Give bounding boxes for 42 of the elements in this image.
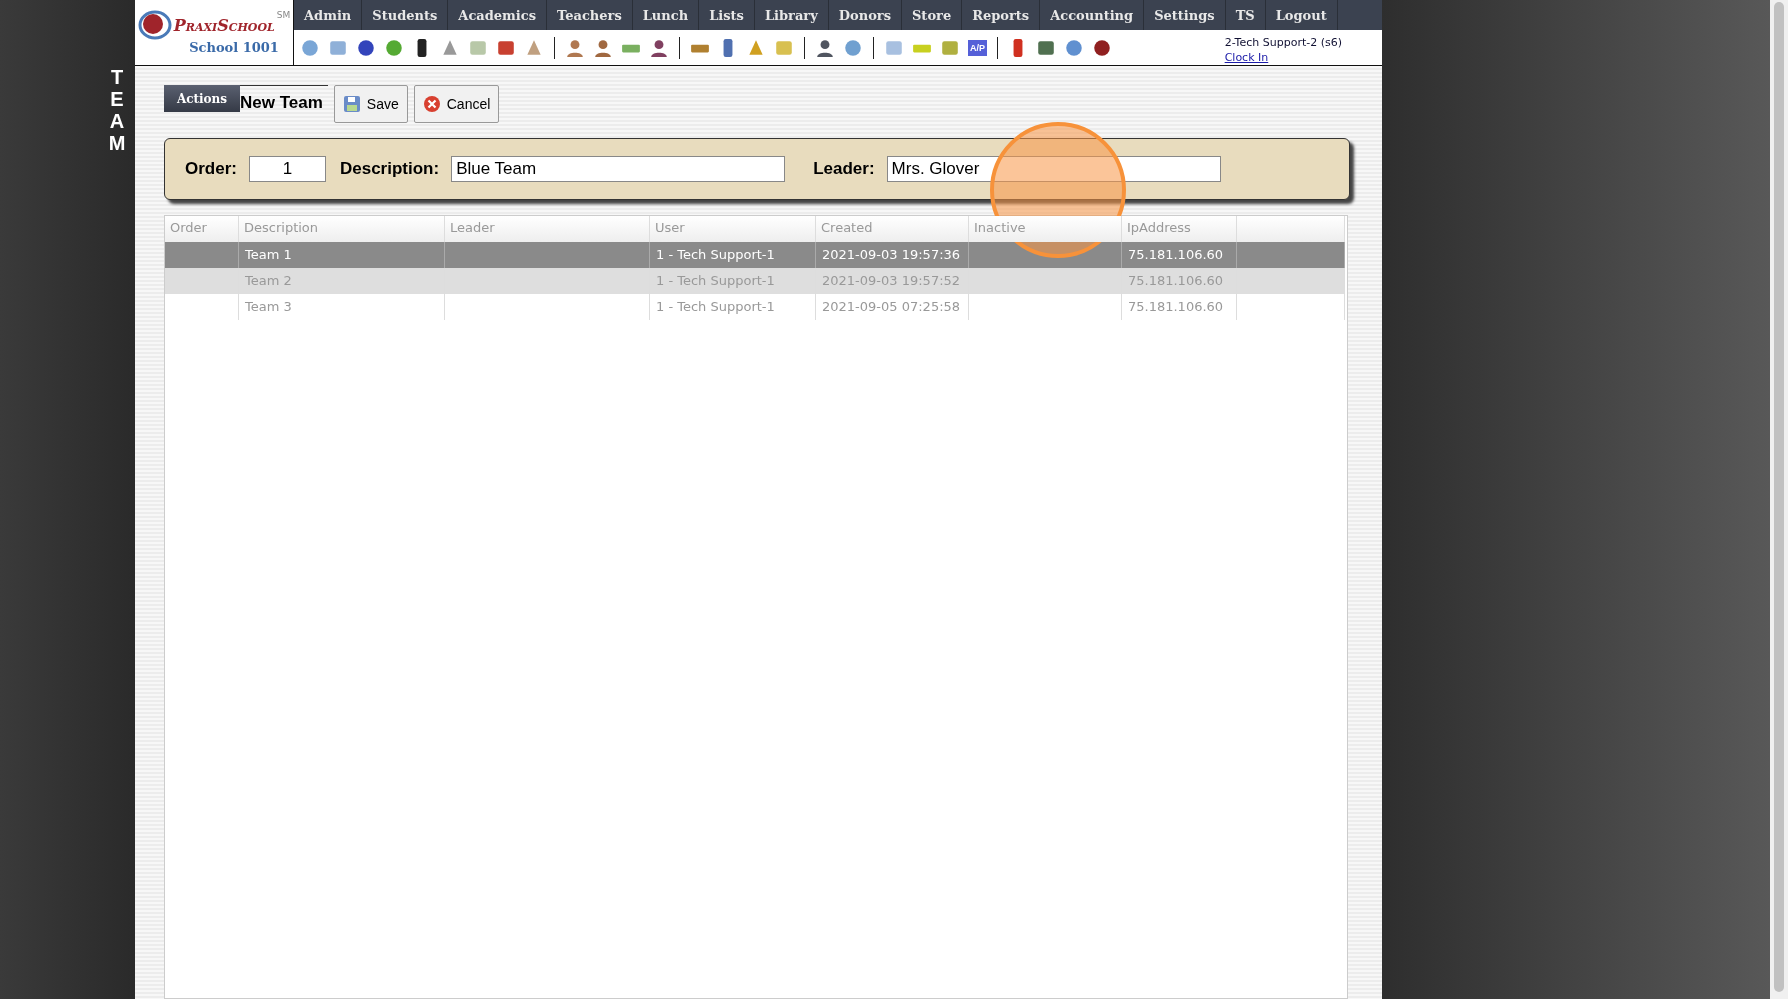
table-cell[interactable] xyxy=(165,242,239,268)
menu-item[interactable]: Lists xyxy=(699,0,755,30)
close-icon xyxy=(422,95,441,113)
user-name: 2-Tech Support-2 (s6) xyxy=(1224,34,1342,50)
field-label: Leader: xyxy=(813,159,875,179)
menu-item[interactable]: Academics xyxy=(448,0,548,30)
scrollbar-thumb[interactable] xyxy=(1774,2,1784,992)
menu-item[interactable]: Admin xyxy=(294,0,363,30)
menu-item[interactable]: Accounting xyxy=(1040,0,1145,30)
menu-item[interactable]: Donors xyxy=(828,0,902,30)
scrollbar[interactable] xyxy=(1770,0,1788,999)
table-cell[interactable] xyxy=(445,242,650,268)
menu-item[interactable]: Reports xyxy=(962,0,1041,30)
input-field[interactable]: Blue Team xyxy=(451,156,786,182)
logo-text: PraxiSchool xyxy=(173,15,275,35)
actions-tab[interactable]: Actions xyxy=(164,85,240,112)
side-title: TEAM xyxy=(107,66,127,156)
menu-item[interactable]: Settings xyxy=(1144,0,1226,30)
logo-icon xyxy=(137,10,172,40)
school-name: School 1001 xyxy=(189,40,279,55)
save-button[interactable]: Save xyxy=(333,85,408,123)
menu-item[interactable]: Lunch xyxy=(632,0,700,30)
menu-item[interactable]: Logout xyxy=(1265,0,1338,30)
input-field[interactable]: Mrs. Glover xyxy=(886,156,1221,182)
menu-item[interactable]: Teachers xyxy=(547,0,633,30)
menu-item[interactable]: TS xyxy=(1225,0,1266,30)
table-cell[interactable] xyxy=(1237,242,1345,268)
menu-item[interactable]: Library xyxy=(754,0,829,30)
menu-item[interactable]: Students xyxy=(362,0,449,30)
input-field[interactable]: 1 xyxy=(248,156,326,182)
cancel-button[interactable]: Cancel xyxy=(413,85,500,123)
clock-in-link[interactable]: Clock In xyxy=(1224,49,1342,65)
service-mark: SM xyxy=(276,10,291,20)
person-icon[interactable] xyxy=(815,37,835,58)
field-label: Description: xyxy=(339,159,440,179)
column-header[interactable] xyxy=(1237,216,1345,242)
ap-icon[interactable]: A/P xyxy=(968,39,987,56)
person-icon[interactable] xyxy=(593,37,613,58)
menu-item[interactable]: Store xyxy=(902,0,963,30)
page-title: New Team xyxy=(240,85,328,113)
field-label: Order: xyxy=(185,159,237,179)
table-cell[interactable] xyxy=(969,242,1122,268)
